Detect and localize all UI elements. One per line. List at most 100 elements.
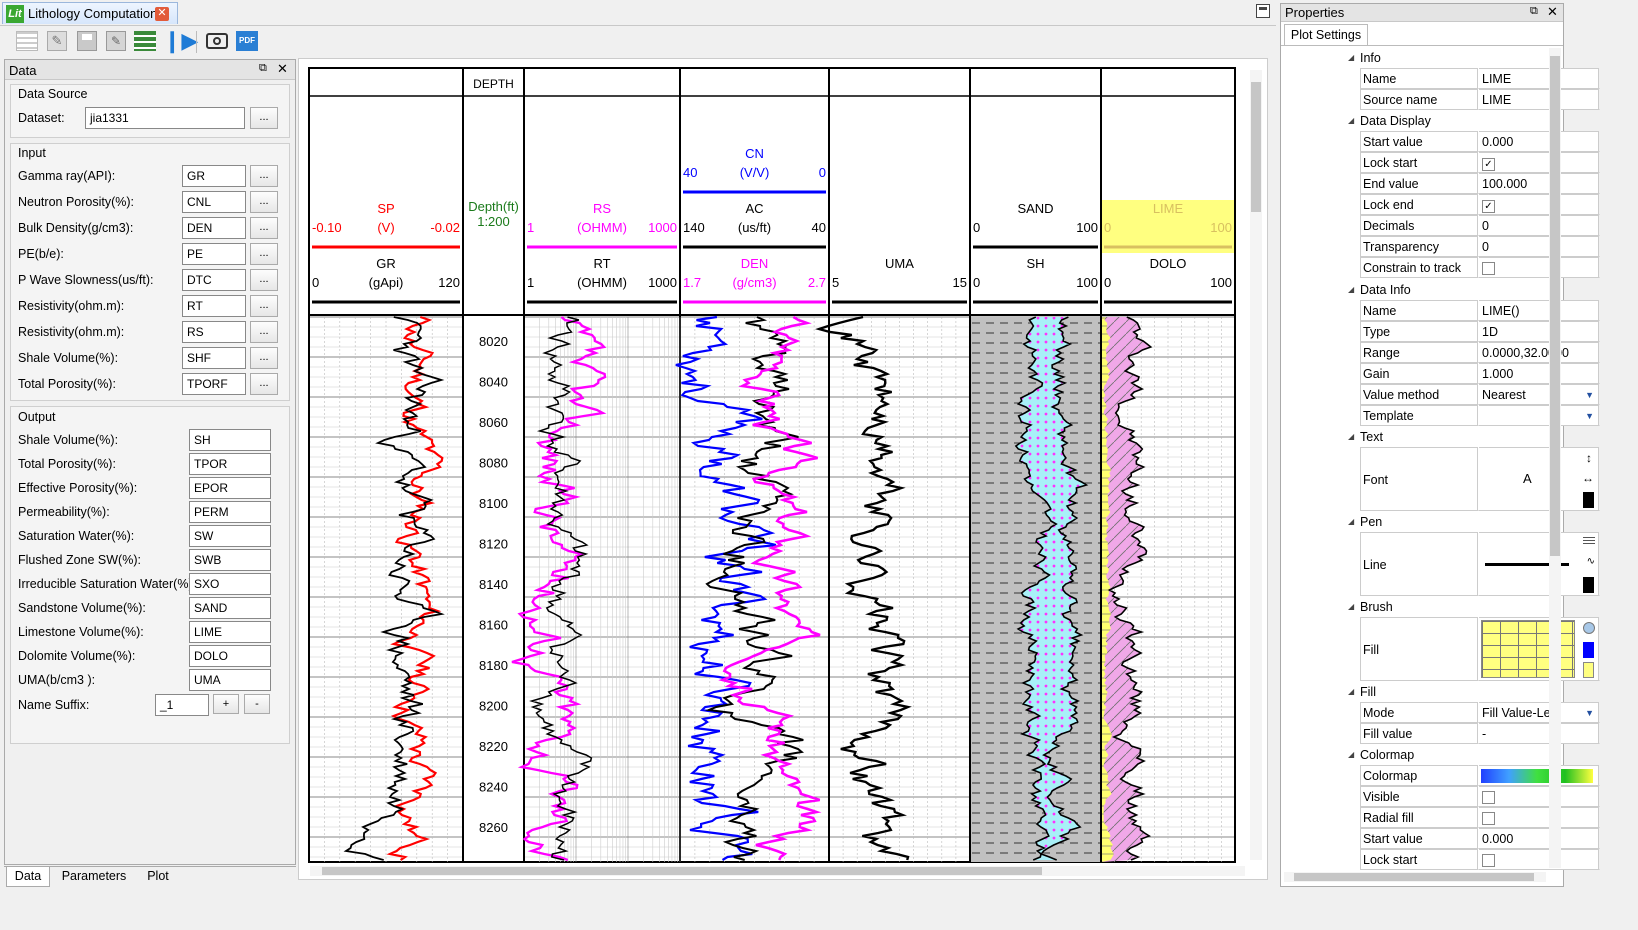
line-style-icon[interactable]	[1583, 537, 1595, 545]
curve-name[interactable]: DOLO	[1150, 256, 1187, 271]
prop-value[interactable]	[1479, 786, 1599, 807]
input-browse-button[interactable]: ...	[250, 347, 278, 369]
input-browse-button[interactable]: ...	[250, 165, 278, 187]
tab-data[interactable]: Data	[6, 867, 50, 887]
vertical-size-icon[interactable]: ↕	[1586, 452, 1592, 464]
tab-parameters[interactable]: Parameters	[54, 867, 134, 887]
close-properties-icon[interactable]: ✕	[1547, 4, 1558, 20]
prop-value[interactable]: 1.000	[1479, 363, 1599, 384]
input-browse-button[interactable]: ...	[250, 269, 278, 291]
prop-value[interactable]: LIME	[1479, 68, 1599, 89]
input-channel-field[interactable]: SHF	[182, 347, 246, 369]
input-browse-button[interactable]: ...	[250, 191, 278, 213]
prop-value[interactable]: Fill Value-Left ▼	[1479, 702, 1599, 723]
dropdown-arrow-icon[interactable]: ▼	[1585, 703, 1594, 724]
input-channel-field[interactable]: CNL	[182, 191, 246, 213]
dataset-field[interactable]: jia1331	[85, 107, 245, 129]
prop-value[interactable]: ✓	[1479, 194, 1599, 215]
input-channel-field[interactable]: DEN	[182, 217, 246, 239]
layers-icon[interactable]	[134, 31, 156, 51]
close-tab-icon[interactable]: ✕	[155, 7, 169, 21]
prop-value[interactable]: ✓	[1479, 152, 1599, 173]
dataset-browse-button[interactable]: ...	[250, 107, 278, 129]
prop-value[interactable]: -	[1479, 723, 1599, 744]
curve-name[interactable]: AC	[745, 201, 763, 216]
input-browse-button[interactable]: ...	[250, 217, 278, 239]
prop-value[interactable]: 1D	[1479, 321, 1599, 342]
vertical-scrollbar[interactable]	[1250, 70, 1262, 860]
list-icon[interactable]	[16, 31, 38, 51]
tab-plot[interactable]: Plot	[138, 867, 178, 887]
prop-checkbox[interactable]	[1482, 812, 1495, 825]
color-swatch[interactable]	[1583, 492, 1594, 508]
curve-name[interactable]: SAND	[1017, 201, 1053, 216]
prop-value[interactable]: Nearest ▼	[1479, 384, 1599, 405]
curve-name[interactable]: UMA	[885, 256, 914, 271]
prop-checkbox[interactable]	[1482, 791, 1495, 804]
output-channel-field[interactable]: SW	[189, 525, 271, 547]
brush-style-icon[interactable]	[1583, 622, 1595, 634]
output-channel-field[interactable]: SH	[189, 429, 271, 451]
color-swatch[interactable]	[1583, 662, 1594, 678]
color-swatch[interactable]	[1583, 642, 1594, 658]
prop-value[interactable]: 0	[1479, 215, 1599, 236]
output-channel-field[interactable]: SWB	[189, 549, 271, 571]
input-channel-field[interactable]: RS	[182, 321, 246, 343]
pdf-icon[interactable]: PDF	[236, 31, 258, 51]
input-channel-field[interactable]: PE	[182, 243, 246, 265]
color-swatch[interactable]	[1583, 577, 1594, 593]
prop-checkbox[interactable]: ✓	[1482, 200, 1495, 213]
input-browse-button[interactable]: ...	[250, 373, 278, 395]
input-browse-button[interactable]: ...	[250, 321, 278, 343]
prop-value[interactable]	[1479, 765, 1599, 786]
prop-section-text[interactable]: Text	[1346, 427, 1600, 447]
prop-section-brush[interactable]: Brush	[1346, 597, 1600, 617]
log-plot[interactable]: DEPTH Depth(ft)1:200 SP (V) -0.10 -0.02 GR (gAp…	[298, 58, 1248, 868]
input-channel-field[interactable]: GR	[182, 165, 246, 187]
prop-value[interactable]: LIME()	[1479, 300, 1599, 321]
curve-name[interactable]: GR	[376, 256, 396, 271]
prop-value[interactable]	[1479, 849, 1599, 870]
suffix-plus-button[interactable]: +	[213, 694, 239, 714]
prop-value[interactable]	[1479, 257, 1599, 278]
prop-checkbox[interactable]: ✓	[1482, 158, 1495, 171]
prop-value[interactable]: 0.000	[1479, 828, 1599, 849]
input-browse-button[interactable]: ...	[250, 243, 278, 265]
prop-checkbox[interactable]	[1482, 854, 1495, 867]
output-channel-field[interactable]: EPOR	[189, 477, 271, 499]
float-properties-icon[interactable]: ⧉	[1530, 5, 1538, 18]
curve-name[interactable]: RT	[593, 256, 610, 271]
input-channel-field[interactable]: DTC	[182, 269, 246, 291]
run-icon[interactable]: ❙▶	[163, 29, 198, 53]
prop-value[interactable]: 100.000	[1479, 173, 1599, 194]
input-channel-field[interactable]: TPORF	[182, 373, 246, 395]
curve-name[interactable]: RS	[593, 201, 611, 216]
prop-section-colormap[interactable]: Colormap	[1346, 745, 1600, 765]
curve-name[interactable]: LIME	[1153, 201, 1184, 216]
prop-value[interactable]: ∿	[1479, 532, 1599, 596]
dropdown-arrow-icon[interactable]: ▼	[1585, 406, 1594, 427]
maximize-icon[interactable]	[1256, 4, 1270, 18]
name-suffix-field[interactable]: _1	[155, 694, 209, 716]
output-channel-field[interactable]: SXO	[189, 573, 271, 595]
save-icon[interactable]	[77, 31, 97, 51]
prop-value[interactable]: 0.000	[1479, 131, 1599, 152]
input-browse-button[interactable]: ...	[250, 295, 278, 317]
prop-section-data-info[interactable]: Data Info	[1346, 280, 1600, 300]
prop-checkbox[interactable]	[1482, 262, 1495, 275]
prop-value[interactable]	[1479, 617, 1599, 681]
prop-section-info[interactable]: Info	[1346, 48, 1600, 68]
curve-name[interactable]: DEN	[741, 256, 768, 271]
document-tab[interactable]: Lit Lithology Computation ✕	[2, 2, 178, 24]
prop-value[interactable]: 0.0000,32.0000	[1479, 342, 1599, 363]
output-channel-field[interactable]: PERM	[189, 501, 271, 523]
colormap-gradient[interactable]	[1481, 769, 1593, 783]
curve-name[interactable]: SP	[377, 201, 394, 216]
horizontal-size-icon[interactable]: ↔	[1582, 472, 1594, 484]
output-channel-field[interactable]: SAND	[189, 597, 271, 619]
float-panel-icon[interactable]: ⧉	[259, 62, 267, 75]
input-channel-field[interactable]: RT	[182, 295, 246, 317]
prop-value[interactable]: 0	[1479, 236, 1599, 257]
prop-value[interactable]: LIME	[1479, 89, 1599, 110]
edit-icon[interactable]: ✎	[47, 31, 67, 51]
